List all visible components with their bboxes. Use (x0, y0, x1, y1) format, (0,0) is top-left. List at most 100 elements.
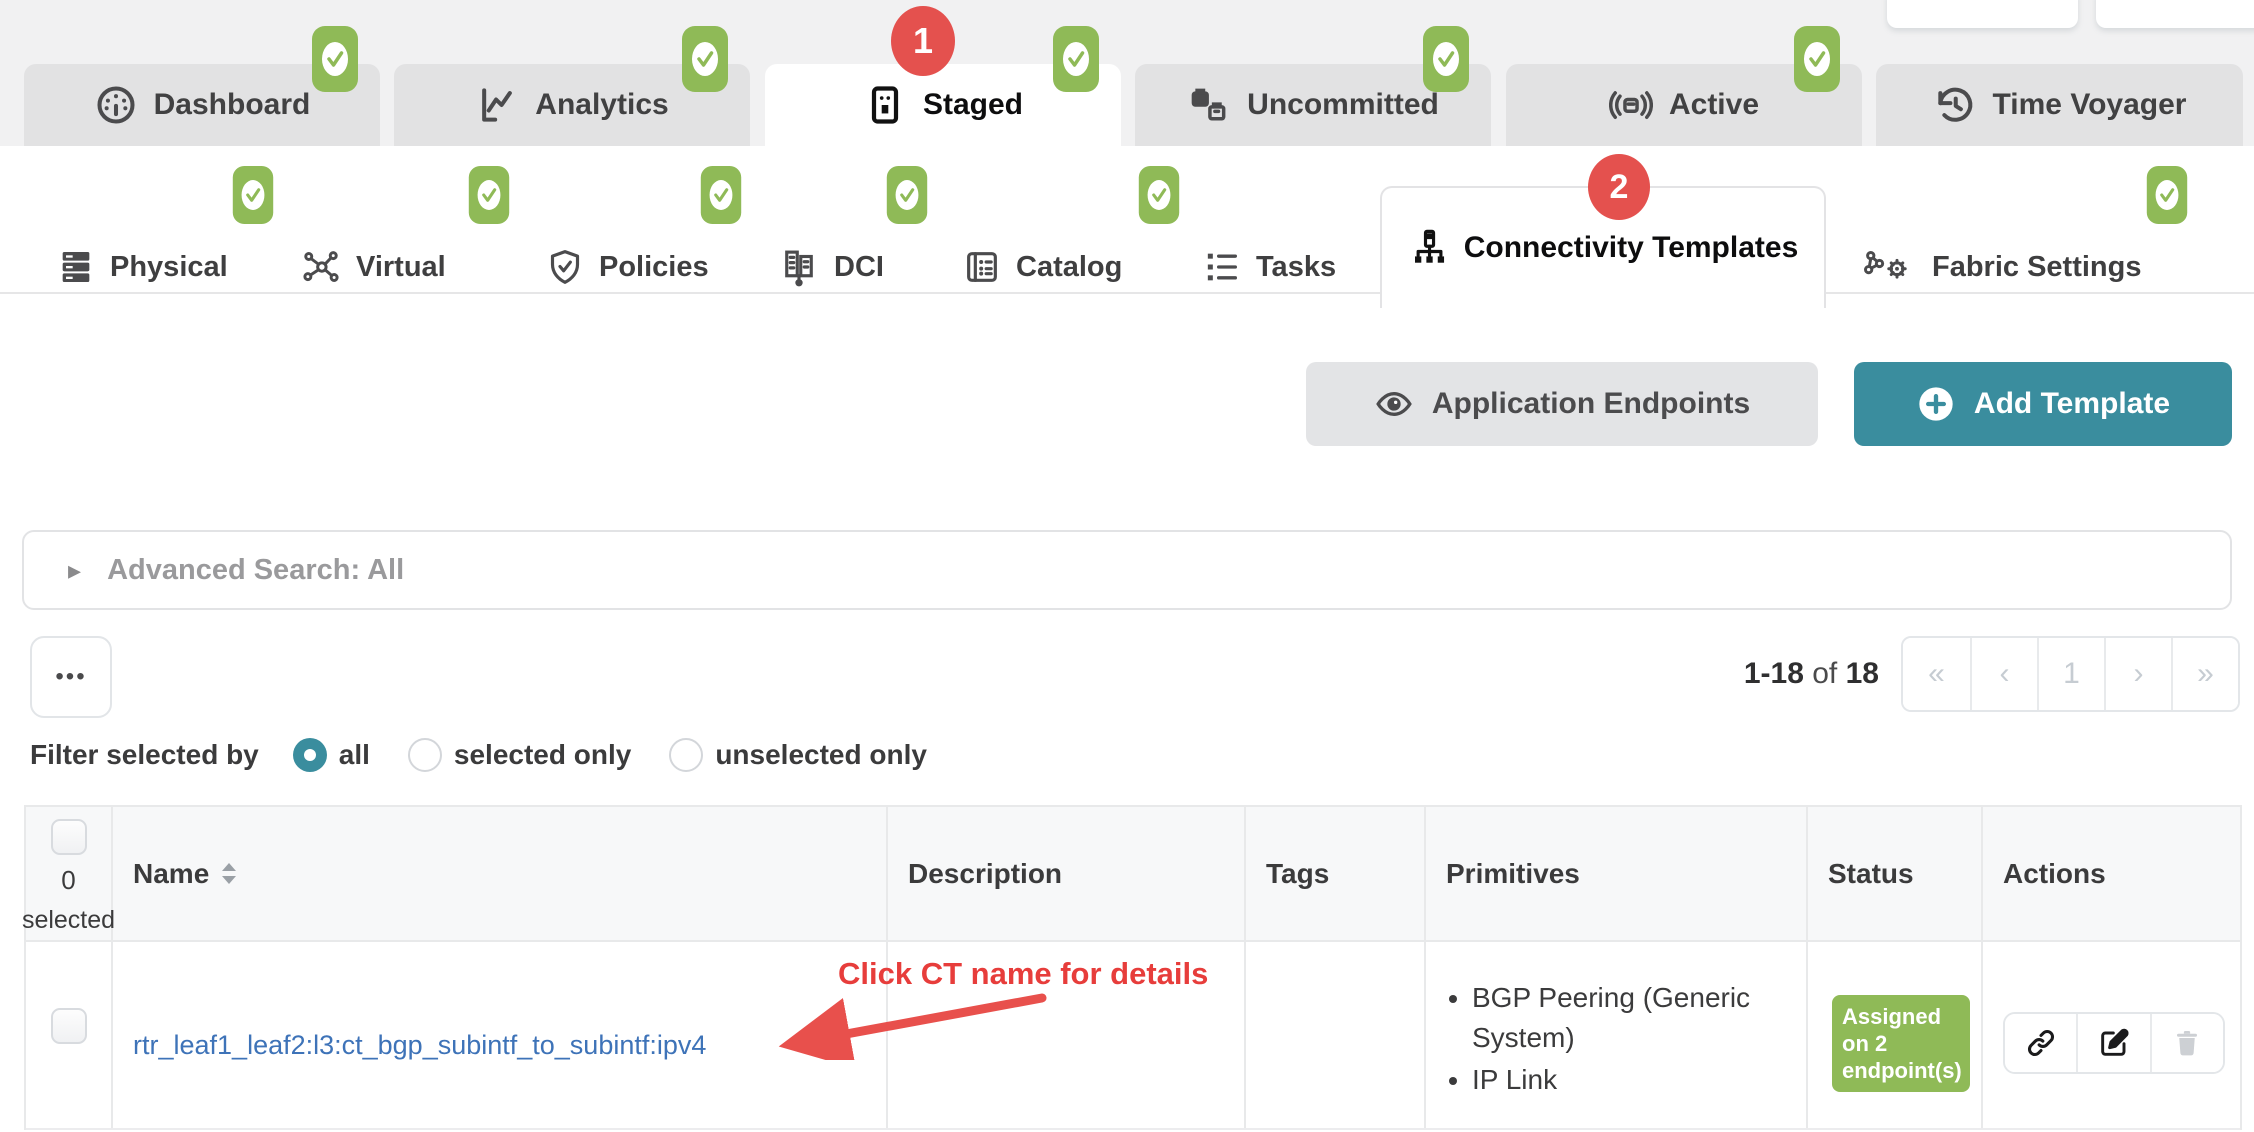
advanced-search-bar[interactable]: ▸ Advanced Search: All (22, 530, 2232, 610)
tab-label: Uncommitted (1247, 88, 1439, 122)
header-status: Status (1808, 807, 1983, 940)
row-tags-cell (1246, 942, 1426, 1128)
radio-unselected-icon[interactable] (669, 738, 703, 772)
more-actions-button[interactable]: ••• (30, 636, 112, 718)
row-select-cell (26, 942, 113, 1128)
filter-selected-row: Filter selected by all selected only uns… (30, 738, 945, 772)
header-select-column: 0 selected (26, 807, 113, 940)
committed-check-badge (886, 166, 928, 224)
tab-uncommitted[interactable]: Uncommitted (1135, 64, 1491, 146)
tab-label: Time Voyager (1993, 88, 2187, 122)
pagination-prev-button[interactable]: ‹ (1970, 638, 2037, 710)
pagination-next-button[interactable]: › (2104, 638, 2171, 710)
row-primitives-cell: BGP Peering (Generic System) IP Link (1426, 942, 1808, 1128)
row-actions-cell (1983, 942, 2242, 1128)
sort-icon[interactable] (219, 860, 239, 888)
subtab-label: Fabric Settings (1932, 251, 2142, 284)
status-badge: Assigned on 2 endpoint(s) (1832, 995, 1970, 1092)
tab-label: Active (1669, 88, 1759, 122)
annotation-click-hint: Click CT name for details (838, 956, 1208, 992)
committed-check-badge (312, 26, 358, 92)
filter-option-label: unselected only (715, 739, 927, 771)
pagination-last-button[interactable]: » (2171, 638, 2238, 710)
committed-check-badge (1053, 26, 1099, 92)
task-list-icon (1202, 247, 1242, 287)
link-icon (2025, 1027, 2057, 1059)
plus-circle-icon (1916, 384, 1956, 424)
edit-icon (2098, 1027, 2130, 1059)
subtab-label: DCI (834, 251, 884, 284)
tab-analytics[interactable]: Analytics (394, 64, 750, 146)
subtab-catalog[interactable]: Catalog (962, 240, 1122, 294)
committed-check-badge (232, 166, 274, 224)
filter-option-unselected-only[interactable]: unselected only (669, 738, 927, 772)
header-name-label: Name (133, 858, 209, 890)
connectivity-templates-panel: Application Endpoints Add Template ▸ Adv… (0, 294, 2254, 1132)
subtab-label: Catalog (1016, 251, 1122, 284)
delete-button (2150, 1014, 2223, 1072)
toolbar-button-partial-2[interactable] (2096, 0, 2254, 28)
application-endpoints-button[interactable]: Application Endpoints (1306, 362, 1818, 446)
header-name[interactable]: Name (113, 807, 888, 940)
range-start-end: 1-18 (1744, 657, 1804, 690)
range-total: 18 (1846, 657, 1879, 690)
filter-option-all[interactable]: all (293, 738, 370, 772)
add-template-button[interactable]: Add Template (1854, 362, 2232, 446)
blueprint-subtab-bar: Physical Virtual Policies (0, 146, 2254, 294)
row-checkbox[interactable] (51, 1008, 87, 1044)
committed-check-badge (1138, 166, 1180, 224)
committed-check-badge (2146, 166, 2188, 224)
connectivity-templates-table: 0 selected Name Description Tags Primiti… (24, 805, 2242, 1130)
row-status-cell: Assigned on 2 endpoint(s) (1808, 942, 1983, 1128)
range-of: of (1812, 657, 1837, 690)
radio-selected-icon[interactable] (293, 738, 327, 772)
edit-button[interactable] (2076, 1014, 2149, 1072)
header-actions: Actions (1983, 807, 2242, 940)
subtab-virtual[interactable]: Virtual (300, 240, 446, 294)
committed-check-badge (682, 26, 728, 92)
caret-right-icon: ▸ (68, 555, 81, 586)
packages-icon (1187, 83, 1231, 127)
subtab-connectivity-templates[interactable]: Connectivity Templates 2 (1380, 186, 1826, 308)
tab-staged[interactable]: Staged 1 (765, 64, 1121, 146)
subtab-tasks[interactable]: Tasks (1202, 240, 1336, 294)
application-endpoints-label: Application Endpoints (1432, 387, 1750, 421)
pagination-first-button[interactable]: « (1903, 638, 1970, 710)
tab-active[interactable]: Active (1506, 64, 1862, 146)
network-nodes-icon (300, 246, 342, 288)
subtab-policies[interactable]: Policies (545, 240, 709, 294)
pagination-page-button[interactable]: 1 (2037, 638, 2104, 710)
primitive-item: BGP Peering (Generic System) (1472, 978, 1806, 1058)
tab-label: Staged (923, 88, 1023, 122)
toolbar-button-partial-1[interactable] (1887, 0, 2078, 28)
select-all-checkbox[interactable] (51, 819, 87, 855)
committed-check-badge (1423, 26, 1469, 92)
pagination-controls: « ‹ 1 › » (1901, 636, 2240, 712)
hierarchy-icon (1408, 227, 1450, 269)
tab-time-voyager[interactable]: Time Voyager (1876, 64, 2243, 146)
filter-option-selected-only[interactable]: selected only (408, 738, 631, 772)
share-gear-icon (1862, 246, 1918, 288)
table-row: rtr_leaf1_leaf2:l3:ct_bgp_subintf_to_sub… (26, 942, 2240, 1130)
filter-option-label: selected only (454, 739, 631, 771)
panel-actions: Application Endpoints Add Template (0, 362, 2232, 446)
annotation-step-2-badge: 2 (1588, 154, 1650, 220)
subtab-dci[interactable]: DCI (778, 240, 884, 294)
subtab-fabric-settings[interactable]: Fabric Settings (1862, 240, 2142, 294)
selected-word: selected (22, 906, 115, 935)
catalog-card-icon (962, 247, 1002, 287)
subtab-physical[interactable]: Physical (56, 240, 228, 294)
subtab-label: Policies (599, 251, 709, 284)
assign-link-button[interactable] (2005, 1014, 2076, 1072)
subtab-label: Connectivity Templates (1464, 231, 1799, 265)
header-tags: Tags (1246, 807, 1426, 940)
server-stack-icon (56, 247, 96, 287)
annotation-step-1-badge: 1 (891, 6, 955, 76)
annotation-arrow (736, 988, 1066, 1060)
gauge-icon (94, 83, 138, 127)
committed-check-badge (1794, 26, 1840, 92)
ct-name-link[interactable]: rtr_leaf1_leaf2:l3:ct_bgp_subintf_to_sub… (133, 1030, 706, 1060)
tab-label: Analytics (535, 88, 668, 122)
tab-dashboard[interactable]: Dashboard (24, 64, 380, 146)
radio-unselected-icon[interactable] (408, 738, 442, 772)
